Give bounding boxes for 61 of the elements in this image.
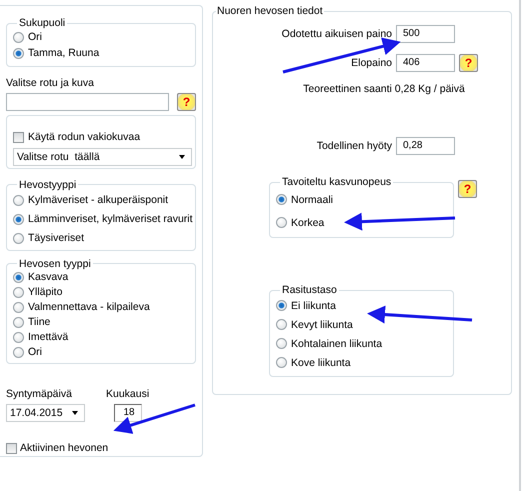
radio-button[interactable] [276,338,287,349]
option-label: Kohtalainen liikunta [291,338,382,350]
intake-text: Teoreettinen saanti 0,28 Kg / päivä [302,83,466,95]
option-label: Imettävä [28,331,68,344]
breed-dropdown[interactable]: Valitse rotu täällä [13,148,192,166]
group-title: Sukupuoli [18,17,66,29]
radio-button[interactable] [13,48,24,58]
option-label: Kevyt liikunta [291,318,353,330]
radio-button[interactable] [13,286,24,298]
radio-button[interactable] [13,272,24,283]
option-label: Ori [28,346,42,358]
radio-button[interactable] [276,300,287,311]
radio-button[interactable] [276,194,287,205]
group-title: Hevosen tyyppi [18,258,92,270]
checkbox[interactable] [6,442,17,454]
radio-button[interactable] [13,316,24,328]
input-field[interactable] [6,93,170,111]
option-label: Tiine [28,316,50,328]
field-label: Odotettu aikuisen paino [280,28,393,40]
help-button[interactable]: ? [458,180,477,198]
option-label: Kylmäveriset - alkuperäisponit [28,194,168,206]
option-label: Ei liikunta [291,300,336,312]
checkbox-label: Aktiivinen hevonen [20,442,108,454]
group-title: Rasitustaso [281,284,338,296]
radio-button[interactable] [276,319,287,330]
radio-button[interactable] [13,232,24,244]
input-field[interactable]: 18 [114,404,142,422]
field-label: Elopaino [350,56,393,68]
radio-button[interactable] [13,302,24,313]
field-label: Syntymäpäivä [6,388,73,400]
radio-button[interactable] [276,217,287,228]
field-label: Kuukausi [106,388,150,400]
radio-button[interactable] [276,357,287,368]
group-title: Tavoiteltu kasvunopeus [281,176,392,188]
field-label: Todellinen hyöty [316,140,393,152]
field-label: Valitse rotu ja kuva [6,77,95,89]
option-label: Ori [28,31,42,43]
option-label: Kasvava [28,271,68,284]
option-label: Lämminveriset, kylmäveriset ravurit [28,213,193,226]
input-field[interactable]: 500 [396,24,455,42]
date-dropdown[interactable]: 17.04.2015 [6,404,85,422]
radio-button[interactable] [13,346,24,358]
input-field[interactable]: 406 [396,54,455,72]
help-button[interactable]: ? [177,93,196,111]
checkbox[interactable] [13,132,24,142]
option-label: Ylläpito [28,286,62,298]
input-field[interactable]: 0,28 [396,136,455,154]
checkbox-label: Käytä rodun vakiokuvaa [28,131,140,143]
option-label: Normaali [291,194,334,206]
option-label: Kove liikunta [291,356,351,368]
radio-button[interactable] [13,332,24,343]
option-label: Valmennettava - kilpaileva [28,301,150,314]
radio-button[interactable] [13,32,24,42]
option-label: Korkea [291,216,324,228]
group-title: Hevostyyppi [18,178,78,191]
radio-button[interactable] [13,194,24,206]
help-button[interactable]: ? [459,54,478,72]
panel-title: Nuoren hevosen tiedot [216,5,324,17]
option-label: Täysiveriset [28,232,84,244]
radio-button[interactable] [13,214,24,225]
option-label: Tamma, Ruuna [28,47,100,59]
